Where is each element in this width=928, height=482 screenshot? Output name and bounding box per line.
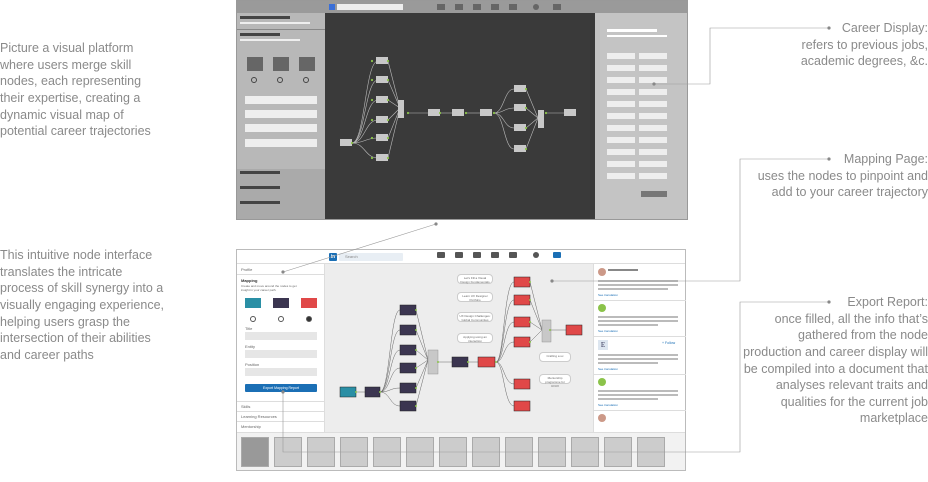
mapping-page-annotation: Mapping Page: uses the nodes to pinpoint… [738,151,928,201]
export-report-body: once filled, all the info that’s gathere… [743,311,928,426]
career-display-body: refers to previous jobs, academic degree… [800,37,928,69]
presentation-page: Picture a visual platform where users me… [0,0,928,482]
export-report-annotation: Export Report: once filled, all the info… [738,294,928,427]
career-display-title: Career Display: [841,21,928,35]
mapping-node-graph [339,276,583,412]
mapping-page-title: Mapping Page: [843,152,928,166]
career-display-annotation: Career Display: refers to previous jobs,… [738,20,928,70]
mapping-page-body: uses the nodes to pinpoint and add to yo… [757,168,928,200]
export-report-title: Export Report: [847,295,928,309]
wireframe-node-graph [340,57,576,161]
